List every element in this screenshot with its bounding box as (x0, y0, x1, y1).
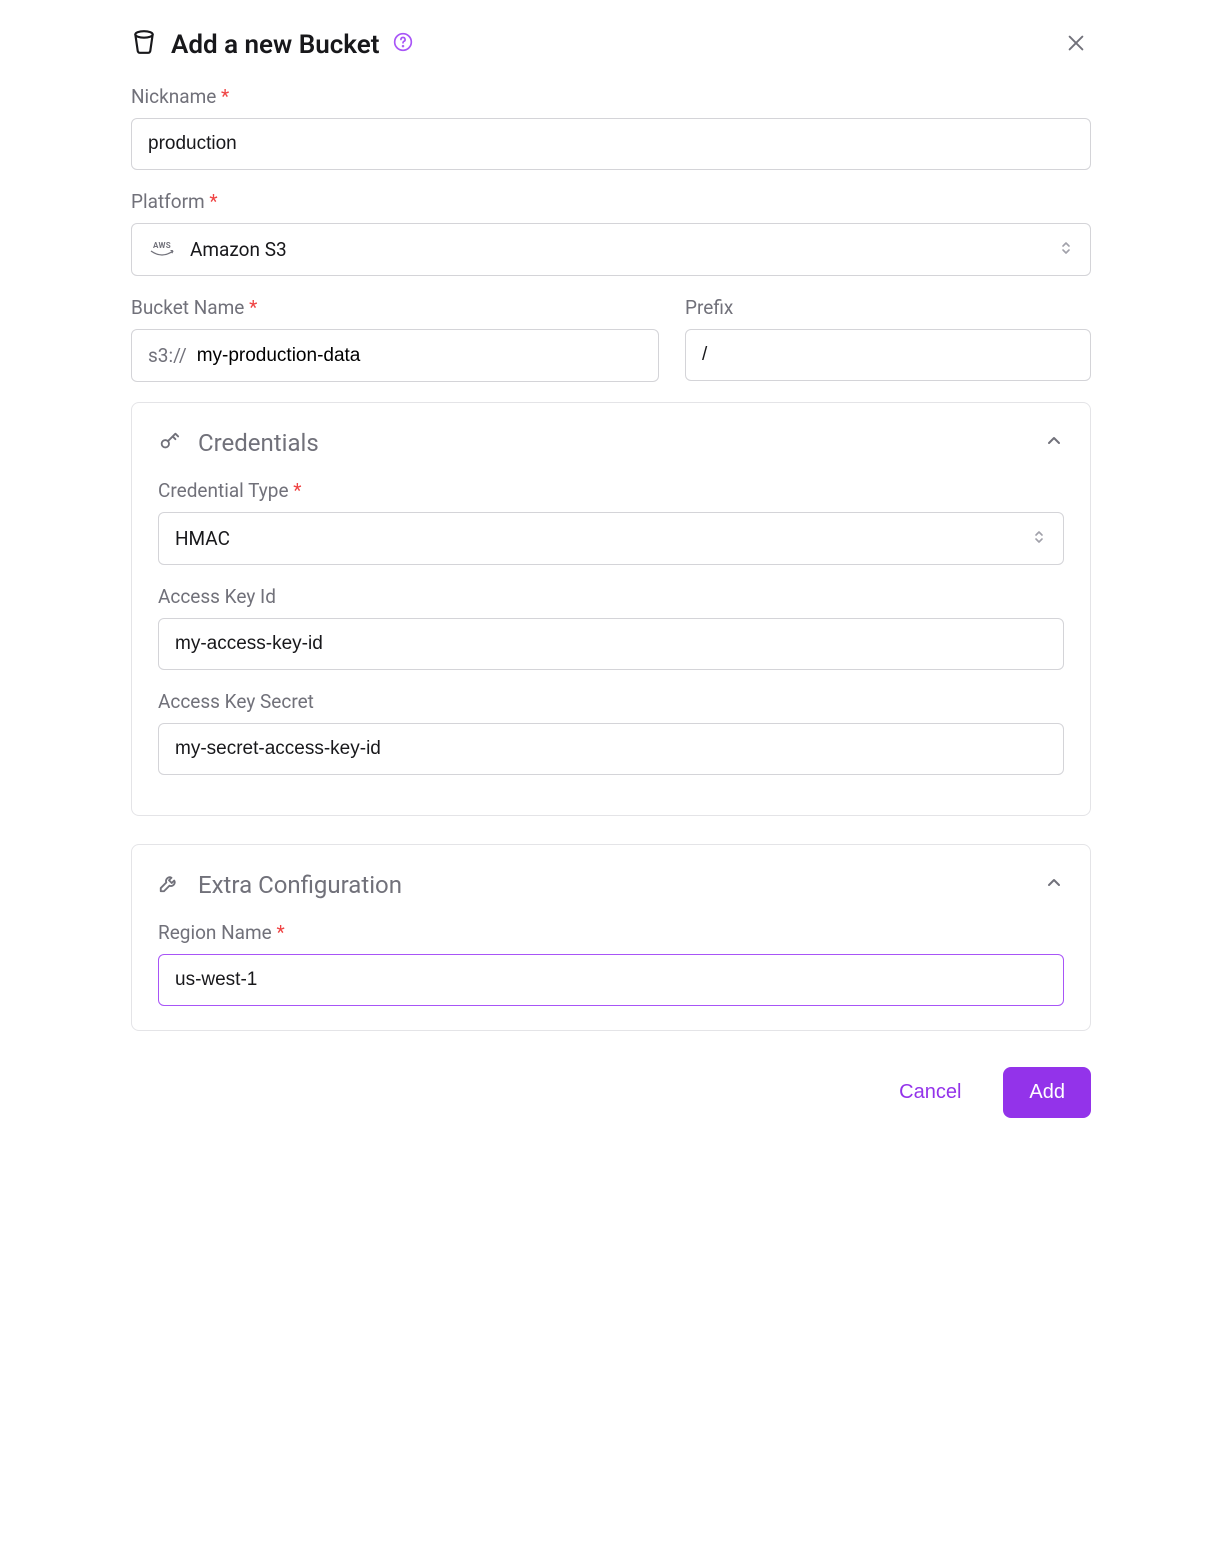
extra-config-toggle[interactable]: Extra Configuration (158, 871, 1064, 899)
platform-label: Platform (131, 190, 205, 213)
required-marker: * (293, 479, 301, 502)
close-button[interactable] (1061, 28, 1091, 61)
nickname-label: Nickname (131, 85, 216, 108)
close-icon (1065, 42, 1087, 57)
region-field: Region Name * (158, 921, 1064, 1006)
key-icon (158, 430, 180, 457)
required-marker: * (209, 190, 217, 213)
credential-type-select[interactable]: HMAC (158, 512, 1064, 565)
bucket-scheme-label: s3:// (132, 330, 193, 381)
wrench-icon (158, 872, 180, 899)
chevron-updown-icon (1031, 527, 1047, 550)
access-key-secret-input[interactable] (158, 723, 1064, 775)
region-label: Region Name (158, 921, 272, 944)
platform-field: Platform * AWS Amazon S3 (131, 190, 1091, 276)
chevron-up-icon (1044, 431, 1064, 456)
extra-config-panel: Extra Configuration Region Name * (131, 844, 1091, 1031)
dialog-header: Add a new Bucket (131, 20, 1091, 85)
dialog-title: Add a new Bucket (171, 30, 379, 60)
access-key-id-field: Access Key Id (158, 585, 1064, 670)
access-key-id-input[interactable] (158, 618, 1064, 670)
aws-icon: AWS (148, 240, 176, 260)
dialog-footer: Cancel Add (131, 1059, 1091, 1118)
nickname-input[interactable] (131, 118, 1091, 170)
add-bucket-dialog: Add a new Bucket Nickname * (131, 20, 1091, 1118)
extra-config-title: Extra Configuration (198, 871, 402, 899)
platform-value: Amazon S3 (190, 238, 287, 261)
credential-type-label: Credential Type (158, 479, 289, 502)
bucket-icon (131, 29, 157, 60)
credential-type-field: Credential Type * HMAC (158, 479, 1064, 565)
bucket-name-input[interactable] (193, 331, 658, 381)
nickname-field: Nickname * (131, 85, 1091, 170)
required-marker: * (221, 85, 229, 108)
prefix-field: Prefix (685, 296, 1091, 382)
credentials-panel: Credentials Credential Type * HMAC A (131, 402, 1091, 816)
platform-select[interactable]: AWS Amazon S3 (131, 223, 1091, 276)
chevron-updown-icon (1058, 238, 1074, 261)
prefix-label: Prefix (685, 296, 1091, 319)
required-marker: * (249, 296, 257, 319)
required-marker: * (276, 921, 284, 944)
cancel-button[interactable]: Cancel (873, 1067, 987, 1118)
add-button[interactable]: Add (1003, 1067, 1091, 1118)
credentials-title: Credentials (198, 429, 319, 457)
bucket-name-label: Bucket Name (131, 296, 244, 319)
prefix-input[interactable] (685, 329, 1091, 381)
access-key-secret-label: Access Key Secret (158, 690, 1064, 713)
chevron-up-icon (1044, 873, 1064, 898)
region-input[interactable] (158, 954, 1064, 1006)
bucket-name-field: Bucket Name * s3:// (131, 296, 659, 382)
access-key-id-label: Access Key Id (158, 585, 1064, 608)
credentials-toggle[interactable]: Credentials (158, 429, 1064, 457)
credential-type-value: HMAC (175, 527, 230, 550)
help-icon[interactable] (393, 32, 413, 57)
access-key-secret-field: Access Key Secret (158, 690, 1064, 775)
